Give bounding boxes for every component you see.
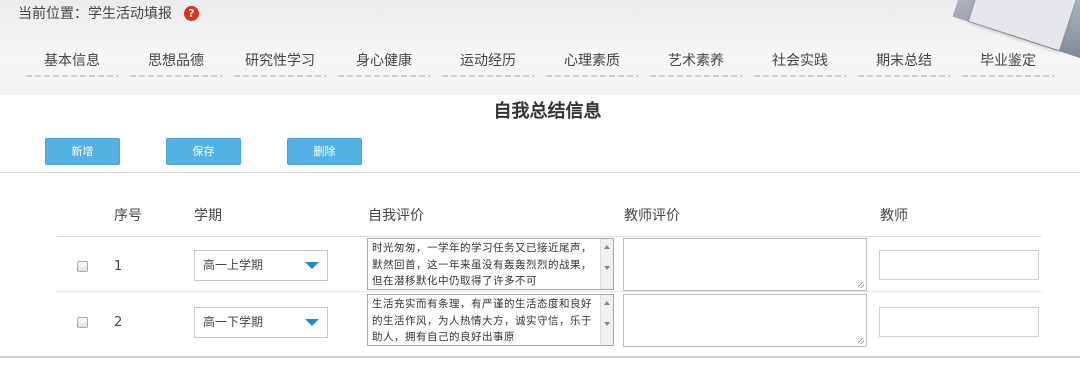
term-select-value: 高一下学期 bbox=[203, 315, 264, 329]
tab-label: 运动经历 bbox=[460, 53, 516, 69]
tab-final-summary[interactable]: 期末总结 bbox=[852, 50, 956, 77]
self-eval-textarea[interactable]: 时光匆匆，一学年的学习任务又已接近尾声，默然回首，这一年来虽没有轰轰烈烈的战果，… bbox=[367, 238, 614, 290]
tab-health[interactable]: 身心健康 bbox=[332, 50, 436, 77]
row-checkbox[interactable] bbox=[77, 317, 88, 328]
row-divider bbox=[57, 291, 1042, 292]
tab-underline bbox=[754, 75, 846, 77]
tab-underline bbox=[26, 75, 118, 77]
tab-underline bbox=[442, 75, 534, 77]
term-select-value: 高一上学期 bbox=[203, 258, 264, 272]
tab-label: 身心健康 bbox=[356, 53, 412, 69]
page-title: 自我总结信息 bbox=[493, 101, 602, 122]
scroll-up-icon[interactable] bbox=[604, 301, 610, 305]
column-header-teacher: 教师 bbox=[880, 208, 908, 224]
tab-bar: 基本信息 思想品德 研究性学习 身心健康 运动经历 心理素质 艺术素养 社会实践… bbox=[20, 50, 1080, 77]
tab-label: 毕业鉴定 bbox=[980, 53, 1036, 69]
term-select[interactable]: 高一上学期 bbox=[194, 250, 328, 281]
teacher-eval-textarea[interactable] bbox=[623, 294, 867, 347]
resize-grip-icon[interactable] bbox=[858, 338, 864, 344]
tab-underline bbox=[650, 75, 742, 77]
tab-label: 基本信息 bbox=[44, 53, 100, 69]
row-seq: 1 bbox=[114, 259, 123, 274]
tab-underline bbox=[338, 75, 430, 77]
scrollbar[interactable] bbox=[600, 295, 613, 345]
tab-underline bbox=[130, 75, 222, 77]
divider bbox=[0, 172, 1080, 173]
save-button[interactable]: 保存 bbox=[166, 138, 241, 165]
row-seq: 2 bbox=[114, 315, 123, 330]
tab-research-study[interactable]: 研究性学习 bbox=[228, 50, 332, 77]
column-header-term: 学期 bbox=[194, 208, 222, 224]
tab-basic-info[interactable]: 基本信息 bbox=[20, 50, 124, 77]
resize-grip-icon[interactable] bbox=[858, 282, 864, 288]
scroll-down-icon[interactable] bbox=[604, 266, 610, 270]
breadcrumb-text: 当前位置：学生活动填报 bbox=[18, 6, 172, 22]
help-icon[interactable]: ? bbox=[184, 5, 199, 21]
tab-label: 心理素质 bbox=[564, 53, 620, 69]
tab-label: 艺术素养 bbox=[668, 53, 724, 69]
teacher-input[interactable] bbox=[879, 250, 1039, 280]
delete-button[interactable]: 删除 bbox=[287, 138, 362, 165]
teacher-eval-textarea[interactable] bbox=[623, 238, 867, 291]
tab-underline bbox=[962, 75, 1054, 77]
column-header-self-eval: 自我评价 bbox=[368, 208, 424, 224]
tab-label: 研究性学习 bbox=[245, 53, 315, 69]
bottom-divider bbox=[0, 356, 1080, 358]
column-header-seq: 序号 bbox=[114, 208, 142, 224]
tab-label: 思想品德 bbox=[148, 53, 204, 69]
self-eval-text: 生活充实而有条理，有严谨的生活态度和良好的生活作风，为人热情大方，诚实守信，乐于… bbox=[372, 298, 592, 343]
tab-arts[interactable]: 艺术素养 bbox=[644, 50, 748, 77]
tab-underline bbox=[858, 75, 950, 77]
term-select[interactable]: 高一下学期 bbox=[194, 307, 328, 338]
tab-psychology[interactable]: 心理素质 bbox=[540, 50, 644, 77]
tab-underline bbox=[234, 75, 326, 77]
tab-social-practice[interactable]: 社会实践 bbox=[748, 50, 852, 77]
self-eval-textarea[interactable]: 生活充实而有条理，有严谨的生活态度和良好的生活作风，为人热情大方，诚实守信，乐于… bbox=[367, 294, 614, 346]
tab-label: 期末总结 bbox=[876, 53, 932, 69]
scroll-up-icon[interactable] bbox=[604, 245, 610, 249]
column-header-teacher-eval: 教师评价 bbox=[624, 208, 680, 224]
self-eval-text: 时光匆匆，一学年的学习任务又已接近尾声，默然回首，这一年来虽没有轰轰烈烈的战果，… bbox=[372, 242, 592, 287]
tab-sports[interactable]: 运动经历 bbox=[436, 50, 540, 77]
row-checkbox[interactable] bbox=[77, 261, 88, 272]
tab-label: 社会实践 bbox=[772, 53, 828, 69]
scrollbar[interactable] bbox=[600, 239, 613, 289]
dropdown-arrow-icon bbox=[305, 262, 319, 269]
scroll-down-icon[interactable] bbox=[604, 322, 610, 326]
dropdown-arrow-icon bbox=[305, 319, 319, 326]
teacher-input[interactable] bbox=[879, 307, 1039, 337]
header-divider bbox=[57, 236, 1042, 237]
tab-moral-character[interactable]: 思想品德 bbox=[124, 50, 228, 77]
decoration-paper-light bbox=[968, 0, 1077, 51]
tab-underline bbox=[546, 75, 638, 77]
breadcrumb: 当前位置：学生活动填报 ? bbox=[18, 4, 199, 22]
add-button[interactable]: 新增 bbox=[45, 138, 120, 165]
tab-graduation[interactable]: 毕业鉴定 bbox=[956, 50, 1060, 77]
